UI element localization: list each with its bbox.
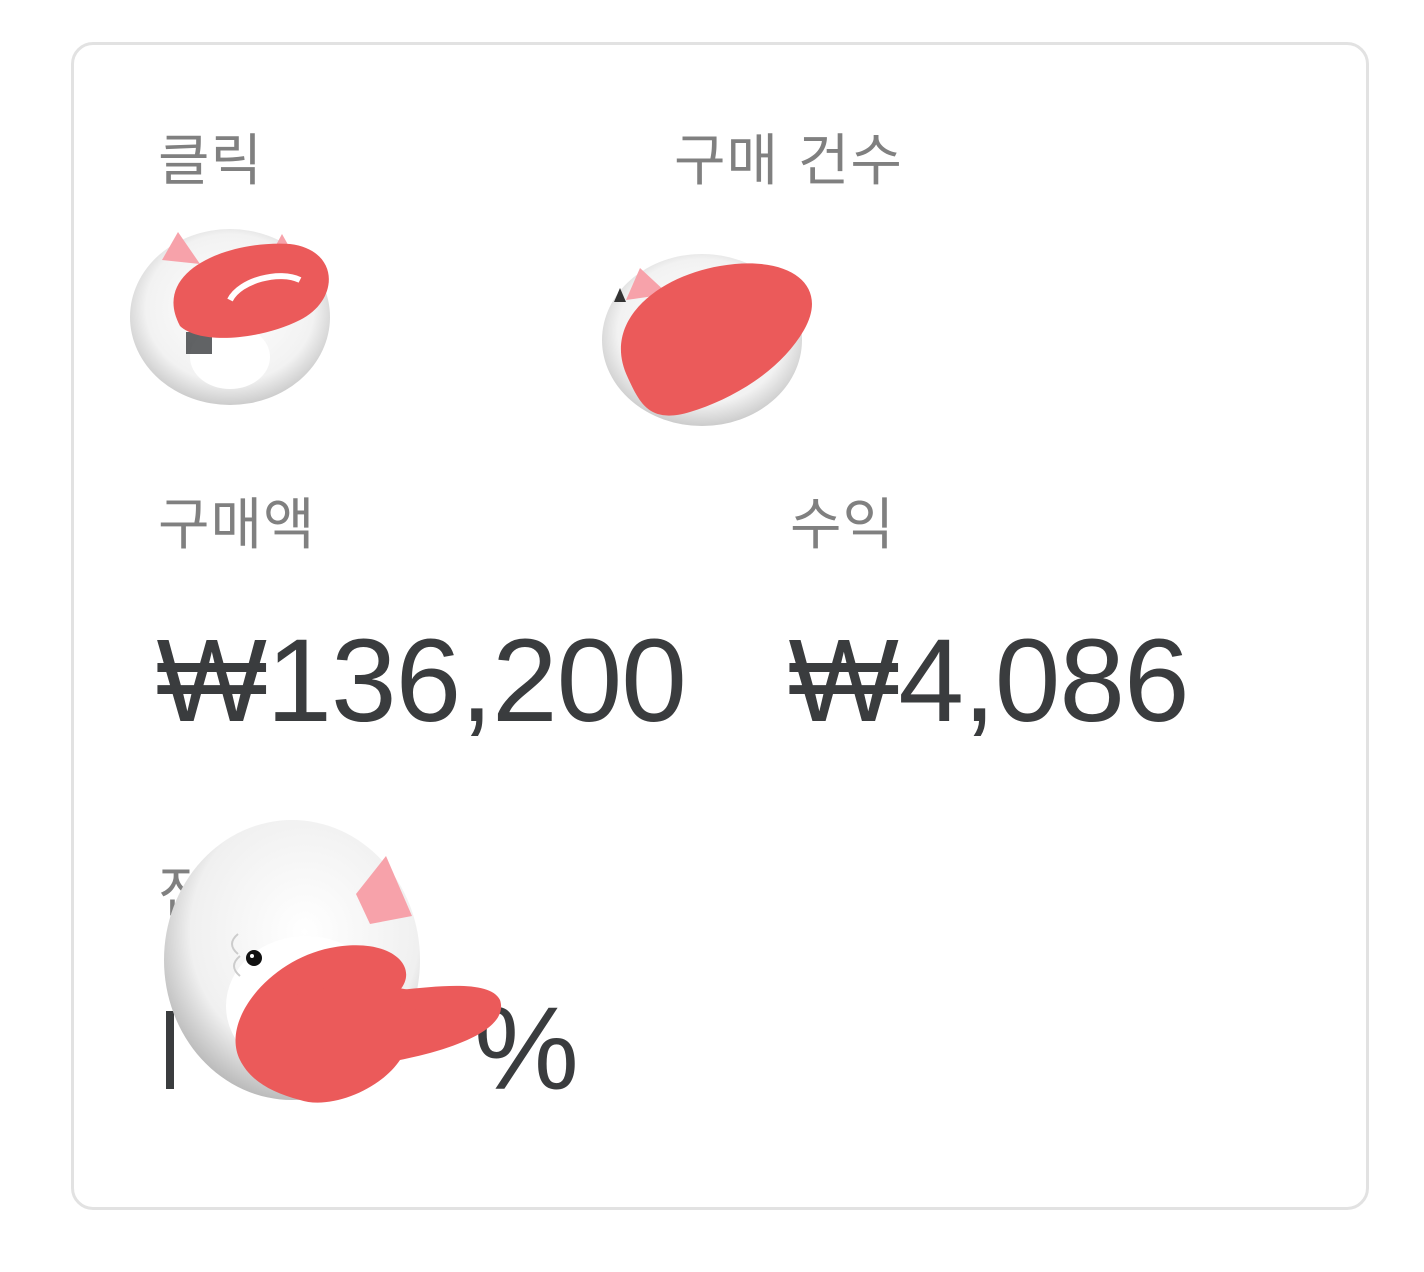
purchase-amount-value: ₩136,200: [156, 615, 687, 747]
clicks-label: 클릭: [158, 129, 264, 194]
cat-sticker-icon: [602, 254, 802, 426]
percent-sign: %: [474, 983, 579, 1115]
cat-sticker-icon: [130, 229, 330, 405]
revenue-label: 수익: [790, 493, 896, 558]
revenue-value: ₩4,086: [788, 615, 1190, 747]
cat-sticker-icon: [164, 820, 420, 1100]
purchase-count-label: 구매 건수: [674, 129, 903, 194]
purchase-amount-label: 구매액: [158, 493, 316, 558]
